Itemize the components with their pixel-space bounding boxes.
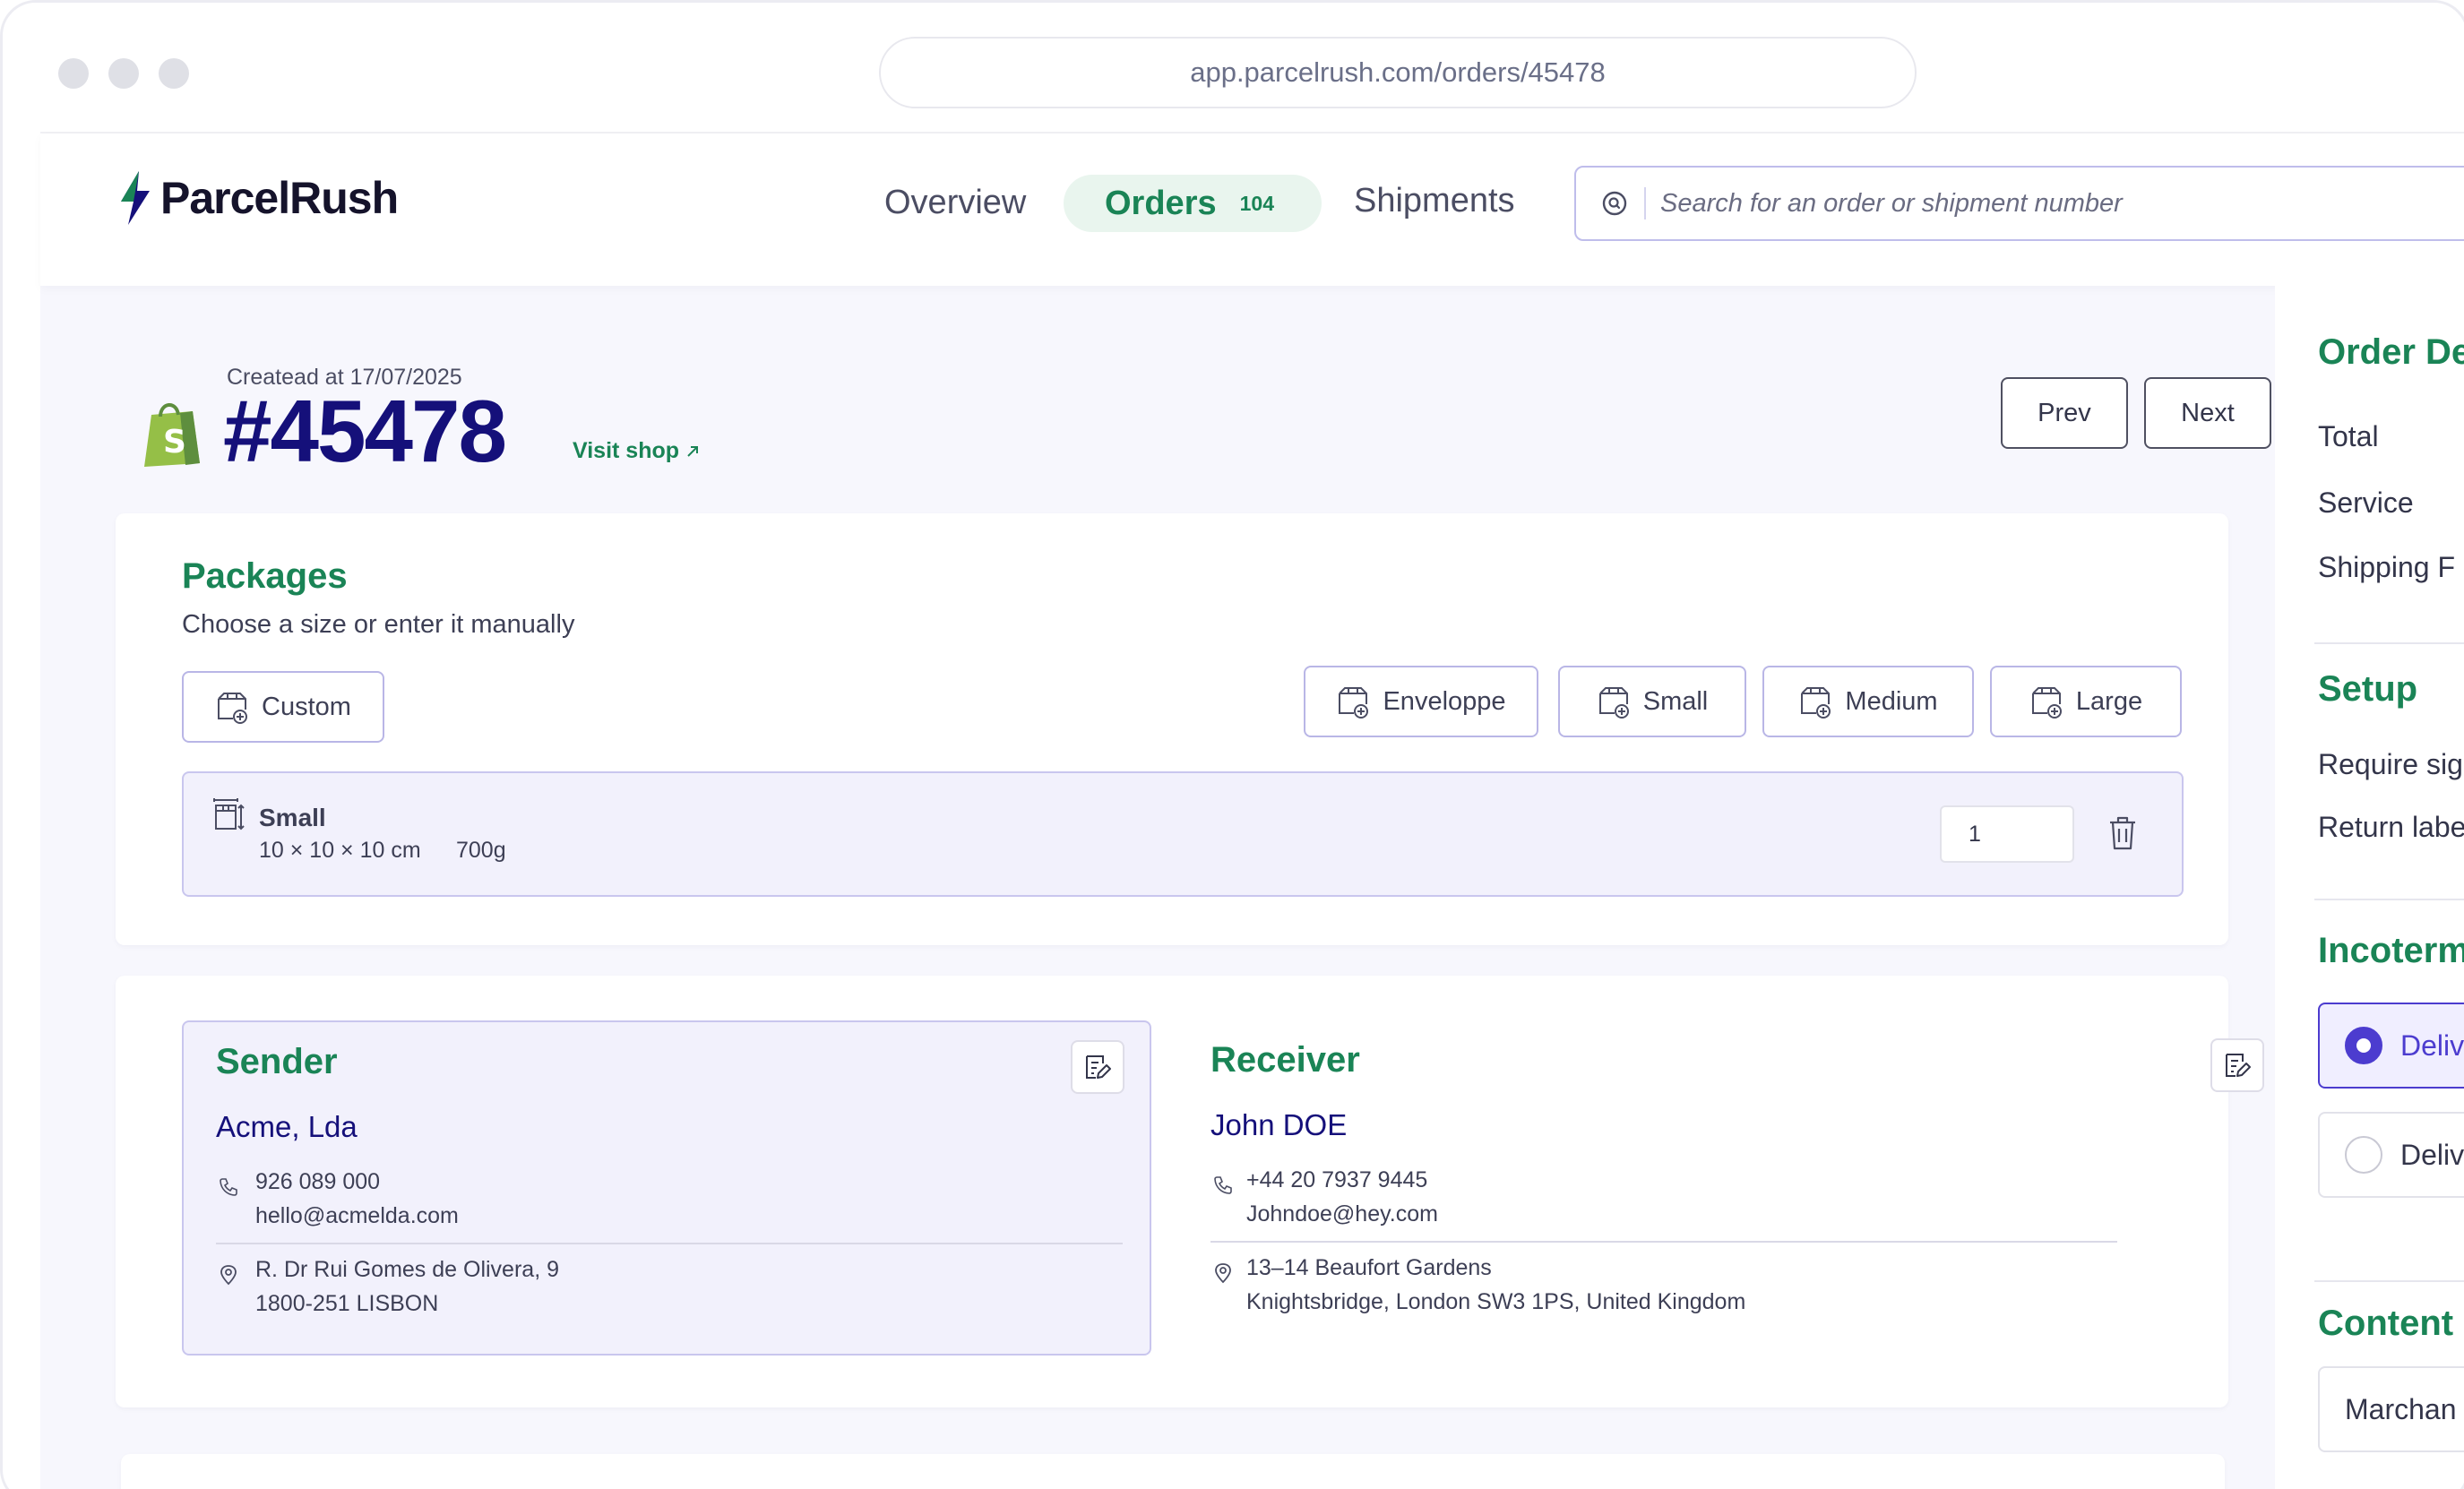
- receiver-panel: Receiver John DOE +44 20 7937 9445 Johnd…: [1210, 1020, 2264, 1356]
- close-window-dot[interactable]: [58, 58, 89, 89]
- incoterms-title: Incoterm: [2318, 931, 2464, 970]
- address-bar[interactable]: app.parcelrush.com/orders/45478: [879, 37, 1917, 108]
- search-input[interactable]: Search for an order or shipment number: [1574, 166, 2464, 241]
- sender-divider: [216, 1243, 1123, 1244]
- order-details-title: Order De: [2318, 332, 2464, 372]
- receiver-phone: +44 20 7937 9445: [1246, 1167, 1428, 1192]
- sender-email: hello@acmelda.com: [255, 1203, 459, 1228]
- search-icon: [1602, 191, 1627, 216]
- edit-receiver-button[interactable]: [2210, 1038, 2264, 1092]
- size-small-label: Small: [1642, 686, 1709, 716]
- nav-orders-label: Orders: [1105, 184, 1217, 222]
- incoterm-option-1-label: Deliv: [2400, 1029, 2464, 1062]
- bolt-icon: [121, 171, 150, 225]
- packages-subtitle: Choose a size or enter it manually: [182, 610, 575, 639]
- edit-icon: [1086, 1055, 1111, 1079]
- box-add-icon: [218, 693, 248, 724]
- next-section-card: [121, 1454, 2225, 1489]
- logo[interactable]: ParcelRush: [119, 171, 399, 225]
- package-dimensions-icon: [213, 798, 245, 831]
- contents-title: Content: [2318, 1304, 2454, 1343]
- location-pin-icon: [1215, 1263, 1231, 1284]
- sidebar-divider: [2314, 642, 2464, 644]
- receiver-address-line2: Knightsbridge, London SW3 1PS, United Ki…: [1246, 1289, 1746, 1314]
- next-order-button[interactable]: Next: [2144, 377, 2271, 449]
- size-large-button[interactable]: Large: [1990, 666, 2182, 737]
- edit-sender-button[interactable]: [1071, 1040, 1124, 1094]
- prev-order-button[interactable]: Prev: [2001, 377, 2128, 449]
- box-add-icon: [2031, 687, 2062, 719]
- maximize-window-dot[interactable]: [159, 58, 189, 89]
- phone-icon: [220, 1178, 237, 1196]
- shipping-fee-label: Shipping F: [2318, 551, 2455, 583]
- order-sidebar: Order De Total Service Shipping F Setup …: [2275, 286, 2464, 1489]
- size-small-button[interactable]: Small: [1558, 666, 1746, 737]
- external-link-icon: [687, 445, 699, 457]
- visit-shop-label: Visit shop: [573, 438, 680, 463]
- receiver-name: John DOE: [1210, 1108, 1348, 1141]
- receiver-title: Receiver: [1210, 1040, 1360, 1080]
- nav-shipments[interactable]: Shipments: [1354, 182, 1515, 220]
- radio-unselected-icon: [2345, 1136, 2382, 1174]
- sender-phone: 926 089 000: [255, 1169, 381, 1194]
- package-row: Small 10 × 10 × 10 cm 700g 1: [182, 771, 2184, 897]
- incoterm-option-selected[interactable]: Deliv: [2318, 1003, 2464, 1089]
- radio-selected-icon: [2345, 1027, 2382, 1064]
- sender-panel: Sender Acme, Lda 926 089 000 hello@acmel…: [182, 1020, 1151, 1356]
- nav-orders[interactable]: Orders 104: [1064, 175, 1322, 232]
- box-add-icon: [1801, 687, 1831, 719]
- contents-type-select[interactable]: Marchan: [2318, 1366, 2464, 1452]
- browser-window: app.parcelrush.com/orders/45478 ParcelRu…: [0, 0, 2464, 1489]
- search-separator: [1644, 187, 1646, 219]
- svg-text:S: S: [163, 424, 186, 460]
- size-medium-label: Medium: [1845, 686, 1938, 716]
- sender-title: Sender: [216, 1042, 338, 1081]
- total-label: Total: [2318, 420, 2379, 452]
- service-label: Service: [2318, 486, 2414, 519]
- return-label-label[interactable]: Return labe: [2318, 811, 2464, 844]
- setup-title: Setup: [2318, 669, 2418, 709]
- location-pin-icon: [220, 1265, 237, 1286]
- box-add-icon: [1339, 687, 1369, 719]
- sidebar-divider: [2314, 1280, 2464, 1282]
- orders-count-badge: 104: [1239, 191, 1274, 215]
- custom-size-label: Custom: [262, 692, 351, 721]
- visit-shop-link[interactable]: Visit shop: [573, 438, 701, 464]
- package-quantity-input[interactable]: 1: [1940, 805, 2074, 863]
- receiver-divider: [1210, 1241, 2117, 1243]
- package-dimensions: 10 × 10 × 10 cm: [259, 838, 421, 863]
- package-weight: 700g: [456, 838, 506, 863]
- sidebar-divider: [2314, 899, 2464, 900]
- require-signature-label[interactable]: Require sig: [2318, 748, 2463, 781]
- incoterm-option-2-label: Deliv: [2400, 1138, 2464, 1171]
- order-number: #45478: [223, 382, 507, 480]
- search-placeholder: Search for an order or shipment number: [1660, 188, 2123, 218]
- window-controls: [58, 58, 189, 89]
- receiver-email: Johndoe@hey.com: [1246, 1201, 1438, 1226]
- shopify-icon: S: [144, 403, 200, 467]
- sender-name: Acme, Lda: [216, 1110, 358, 1143]
- top-nav: ParcelRush Overview Orders 104 Shipments…: [40, 133, 2464, 286]
- sender-address-line1: R. Dr Rui Gomes de Olivera, 9: [255, 1257, 559, 1282]
- size-large-label: Large: [2075, 686, 2143, 716]
- size-enveloppe-label: Enveloppe: [1383, 686, 1506, 716]
- size-medium-button[interactable]: Medium: [1762, 666, 1974, 737]
- nav-overview[interactable]: Overview: [884, 184, 1026, 222]
- packages-title: Packages: [182, 556, 348, 596]
- receiver-address-line1: 13–14 Beaufort Gardens: [1246, 1255, 1492, 1280]
- incoterm-option-unselected[interactable]: Deliv: [2318, 1112, 2464, 1198]
- custom-size-button[interactable]: Custom: [182, 671, 384, 743]
- box-add-icon: [1598, 687, 1629, 719]
- addresses-card: Sender Acme, Lda 926 089 000 hello@acmel…: [116, 976, 2264, 1407]
- edit-icon: [2226, 1054, 2251, 1077]
- packages-card: Packages Choose a size or enter it manua…: [116, 513, 2228, 945]
- brand-name: ParcelRush: [160, 173, 399, 223]
- trash-icon[interactable]: [2106, 814, 2139, 852]
- sender-address-line2: 1800-251 LISBON: [255, 1291, 439, 1316]
- package-name: Small: [259, 804, 326, 831]
- phone-icon: [1214, 1176, 1232, 1194]
- minimize-window-dot[interactable]: [108, 58, 139, 89]
- size-enveloppe-button[interactable]: Enveloppe: [1304, 666, 1538, 737]
- app: ParcelRush Overview Orders 104 Shipments…: [40, 132, 2464, 1489]
